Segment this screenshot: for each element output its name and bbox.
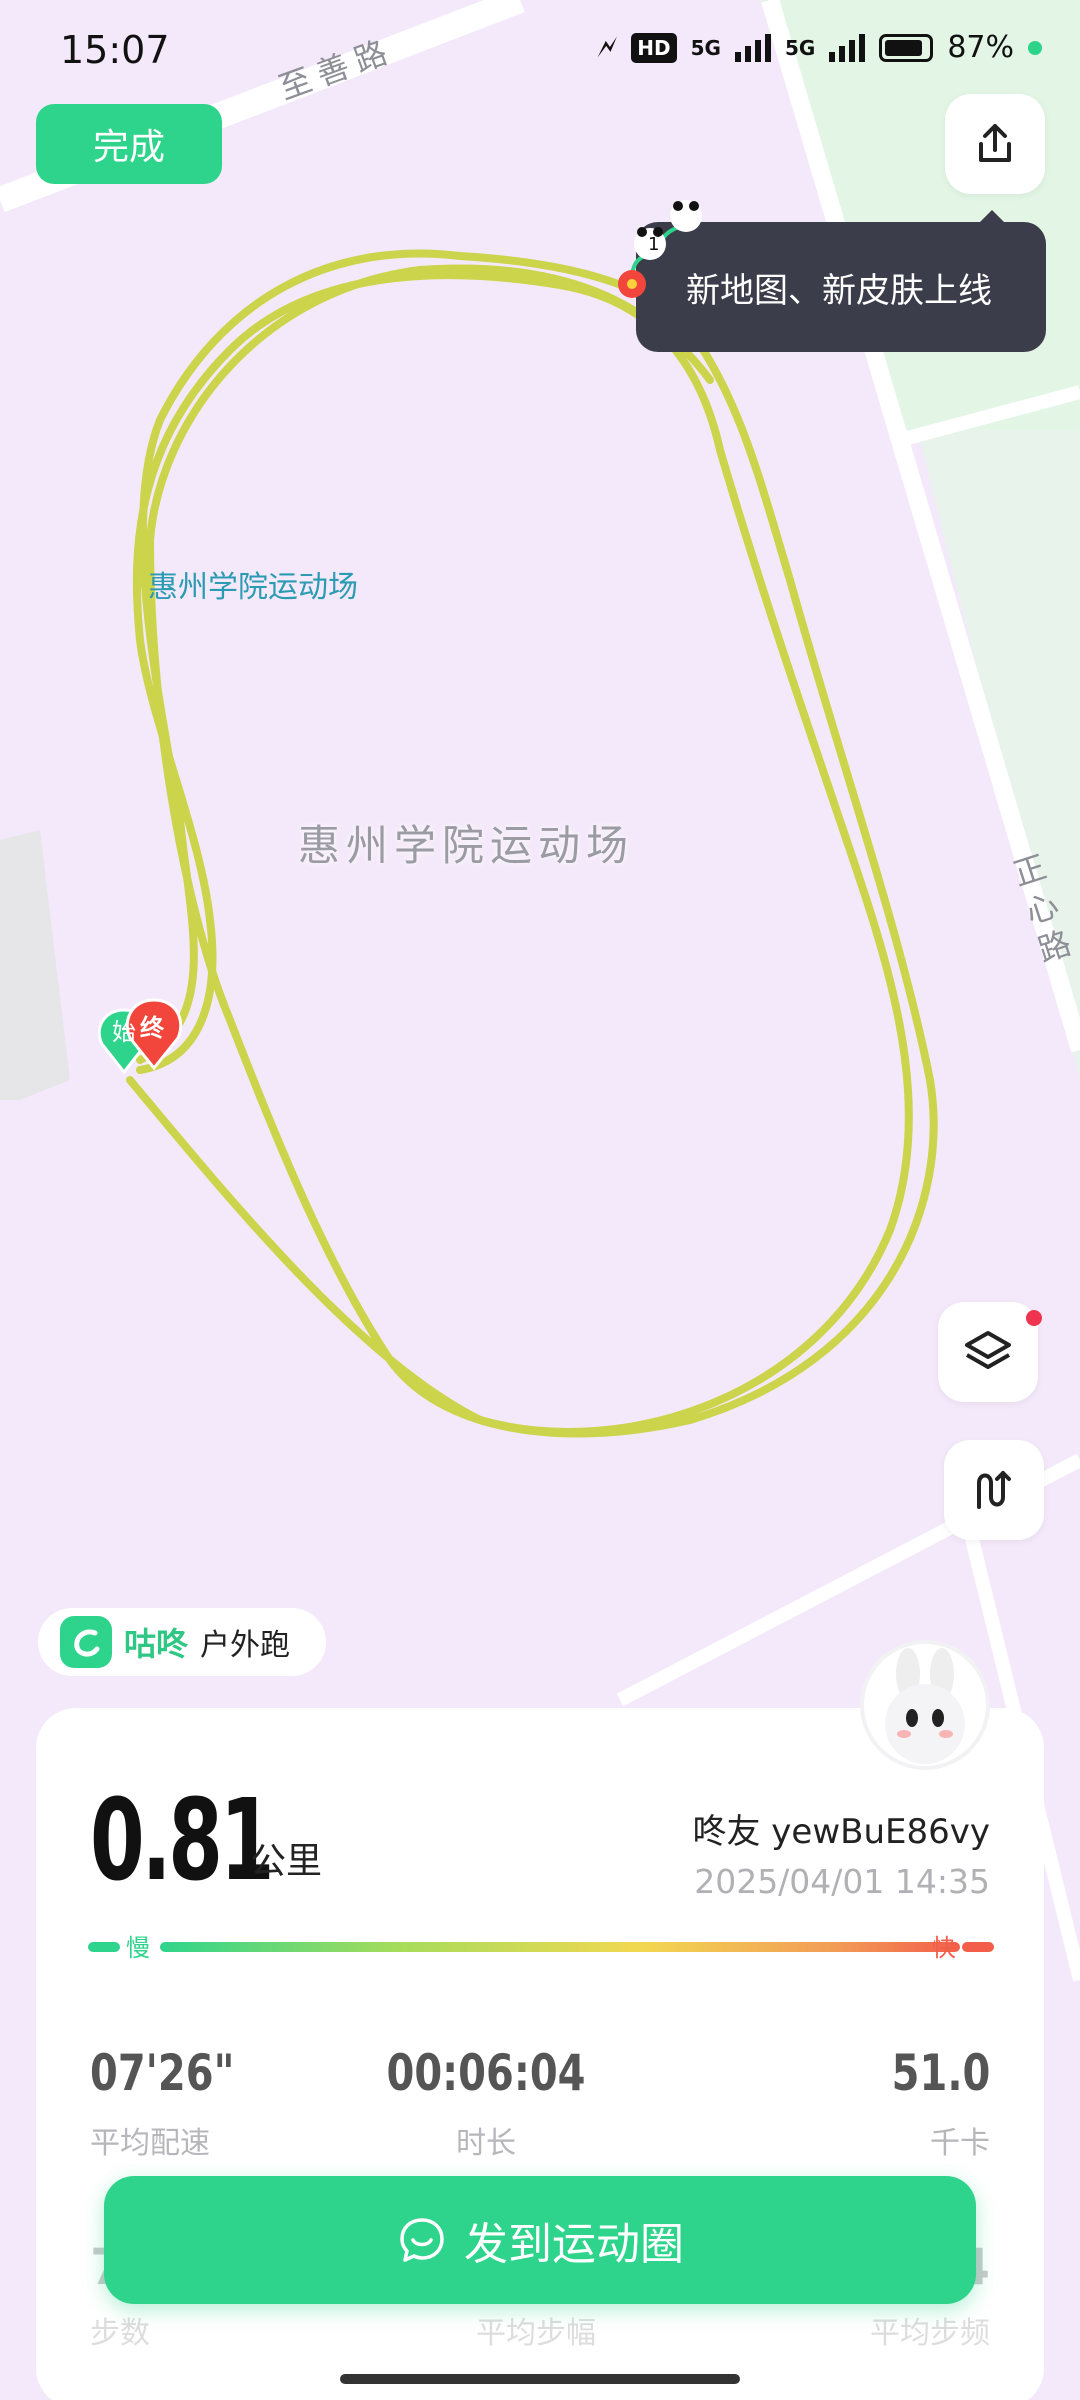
battery-fill [885,39,923,56]
stat-label: 千卡 [930,2126,990,2161]
network-label-1: 5G [690,35,721,60]
stat-cadence-label: 平均步频 [870,2316,990,2351]
user-name[interactable]: 咚友 yewBuE86vy [692,1804,990,1853]
stat-stride-label: 平均步幅 [476,2316,596,2351]
bluetooth-icon: 🗲 [597,30,618,65]
done-button[interactable]: 完成 [36,104,222,184]
route-toggle-button[interactable] [944,1440,1044,1540]
network-label-2: 5G [784,35,816,60]
map-center-label: 惠州学院运动场 [298,821,635,870]
distance-unit: 公里 [250,1841,323,1882]
map-layers-button[interactable] [938,1302,1042,1402]
avatar-image [885,1648,965,1764]
share-button[interactable] [945,94,1045,194]
brand-name: 咕咚 [124,1625,189,1663]
status-icons: 🗲 HD 5G 5G 87% [597,30,1042,65]
post-button-label: 发到运动圈 [464,2219,684,2270]
status-bar: 15:07 🗲 HD 5G 5G 87% [0,0,1080,100]
hd-badge: HD [631,32,677,63]
stat-duration: 00:06:04 时长 [286,2044,686,2162]
panda-flower-icon [618,200,702,298]
battery-icon [879,33,934,62]
stat-label: 时长 [456,2126,516,2161]
pace-scale-fast-bar [962,1942,994,1952]
layers-notification-dot [1026,1310,1042,1326]
brand-pill: 咕咚 户外跑 [38,1608,326,1676]
status-time: 15:07 [60,28,170,72]
codoon-logo-icon [60,1616,112,1668]
pace-scale-slow-label: 慢 [126,1934,150,1962]
start-marker-label: 始 [112,1018,136,1046]
screen: 至善路 正心路 惠州学院运动场 惠州学院运动场 始 终 15:07 🗲 HD 5… [0,0,1080,2400]
signal-icon-2 [829,33,866,62]
stat-value: 51.0 [891,2044,990,2102]
stat-label: 平均配速 [90,2126,210,2161]
stat-calories: 51.0 千卡 [867,2044,990,2162]
chat-smile-icon [400,2218,444,2262]
route-icon [977,1471,1011,1509]
end-marker-label: 终 [140,1014,164,1042]
activity-datetime: 2025/04/01 14:35 [694,1862,990,1901]
promo-tooltip[interactable]: 1 新地图、新皮肤上线 [618,200,1046,352]
promo-tooltip-text: 新地图、新皮肤上线 [686,270,992,311]
stat-avg-pace: 07'26" 平均配速 [90,2044,271,2162]
charging-dot [1028,40,1042,55]
post-to-feed-button[interactable]: 发到运动圈 [104,2176,976,2304]
pace-scale-fast-label: 快 [932,1934,956,1962]
pace-scale-slow-bar [88,1942,120,1952]
layers-icon [965,1331,1011,1369]
pace-scale-gradient [160,1942,960,1952]
stat-value: 07'26" [90,2044,235,2102]
distance-value: 0.81 [90,1776,275,1906]
map-grey-building [0,830,70,1100]
user-avatar[interactable] [860,1640,990,1770]
activity-type: 户外跑 [200,1628,291,1663]
map-poi-label[interactable]: 惠州学院运动场 [148,562,358,606]
brand-logo-glyph [74,1629,100,1657]
stat-value: 00:06:04 [386,2044,586,2102]
signal-icon-1 [734,33,771,62]
home-indicator[interactable] [340,2374,740,2384]
battery-text: 87% [947,30,1014,65]
share-icon [979,124,1011,162]
promo-badge: 1 [648,234,660,255]
pace-scale: 慢 快 [88,1928,994,1964]
stat-steps-label: 步数 [90,2316,150,2351]
